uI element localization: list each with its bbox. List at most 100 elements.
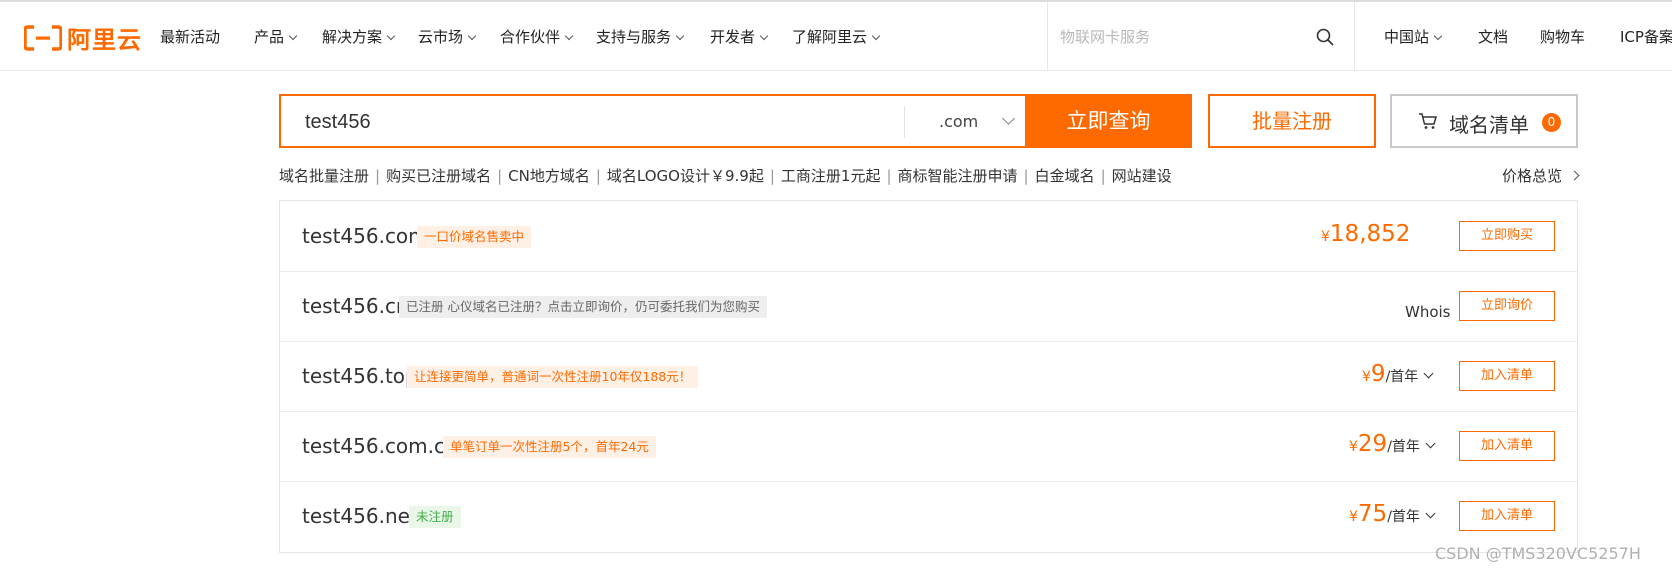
- whois-link[interactable]: Whois: [1405, 303, 1451, 321]
- nav-label: 最新活动: [160, 28, 221, 46]
- separator: |: [769, 167, 775, 185]
- separator: |: [886, 167, 892, 185]
- quick-link[interactable]: 域名LOGO设计￥9.9起: [607, 165, 764, 186]
- quick-link[interactable]: 域名批量注册: [279, 165, 369, 186]
- separator: |: [375, 167, 381, 185]
- price-value: 29: [1357, 431, 1388, 457]
- currency: ¥: [1321, 229, 1330, 245]
- price-period-selector[interactable]: ¥29/首年: [1349, 431, 1436, 457]
- quick-links: 域名批量注册 | 购买已注册域名 | CN地方域名 | 域名LOGO设计￥9.9起 | 工商注册…: [279, 165, 1172, 186]
- nav-item-marketplace[interactable]: 云市场: [418, 26, 477, 47]
- chevron-down-icon: [1425, 438, 1436, 449]
- chevron-down-icon: [675, 31, 685, 41]
- cart-icon: [1419, 113, 1437, 129]
- domain-name: test456.com.cn: [302, 434, 458, 458]
- nav-label: 云市场: [418, 28, 464, 46]
- status-tag: 已注册 心仪域名已注册？点击立即询价，仍可委托我们为您购买: [399, 296, 767, 318]
- brand-name: 阿里云: [67, 26, 142, 54]
- quick-link[interactable]: 购买已注册域名: [386, 165, 491, 186]
- util-label: 文档: [1478, 28, 1509, 46]
- quick-link[interactable]: 网站建设: [1112, 165, 1172, 186]
- result-row: test456.com.cn 单笔订单一次性注册5个，首年24元 ¥29/首年 …: [280, 411, 1577, 482]
- currency: ¥: [1349, 439, 1358, 455]
- inquire-button[interactable]: 立即询价: [1459, 291, 1555, 321]
- chevron-down-icon: [467, 31, 477, 41]
- currency: ¥: [1362, 369, 1371, 385]
- aliyun-logo-icon: [24, 24, 62, 51]
- header-search-input[interactable]: [1058, 24, 1312, 50]
- domain-list-button[interactable]: 域名清单 0: [1390, 94, 1578, 148]
- nav-item-latest-activities[interactable]: 最新活动: [160, 26, 220, 47]
- price-overview-label: 价格总览: [1501, 167, 1562, 185]
- chevron-down-icon: [1002, 112, 1015, 125]
- util-label: 中国站: [1384, 28, 1430, 46]
- price: ¥18,852: [1321, 221, 1410, 247]
- result-row: test456.com 一口价域名售卖中 ¥18,852 立即购买: [280, 201, 1577, 272]
- chevron-down-icon: [564, 31, 574, 41]
- status-tag: 未注册: [409, 506, 461, 528]
- region-selector[interactable]: 中国站: [1384, 26, 1443, 47]
- domain-name: test456.top: [302, 364, 418, 388]
- nav-label: 解决方案: [322, 28, 383, 46]
- status-tag: 一口价域名售卖中: [417, 226, 532, 248]
- domain-name: test456.cn: [302, 294, 409, 318]
- separator: |: [1100, 167, 1106, 185]
- price-unit: /首年: [1387, 439, 1420, 455]
- buy-now-button[interactable]: 立即购买: [1459, 221, 1555, 251]
- price-period-selector[interactable]: ¥75/首年: [1349, 501, 1436, 527]
- price-value: 75: [1357, 501, 1388, 527]
- nav-label: 支持与服务: [596, 28, 672, 46]
- domain-query-input[interactable]: [303, 105, 927, 139]
- nav-item-solutions[interactable]: 解决方案: [322, 26, 396, 47]
- status-tag: 单笔订单一次性注册5个，首年24元: [443, 436, 656, 458]
- quick-link[interactable]: 工商注册1元起: [781, 165, 881, 186]
- nav-label: 合作伙伴: [500, 28, 561, 46]
- domain-name: test456.com: [302, 224, 428, 248]
- chevron-down-icon: [871, 31, 881, 41]
- nav-label: 产品: [254, 28, 285, 46]
- nav-item-partners[interactable]: 合作伙伴: [500, 26, 574, 47]
- top-navigation-bar: 阿里云 最新活动 产品 解决方案 云市场 合作伙伴 支持与服务 开发者 了解阿里…: [0, 0, 1672, 71]
- separator: |: [595, 167, 601, 185]
- search-icon[interactable]: [1316, 28, 1334, 46]
- cart-count-badge: 0: [1542, 113, 1561, 132]
- result-row: test456.net 未注册 ¥75/首年 加入清单: [280, 481, 1577, 551]
- add-to-list-button[interactable]: 加入清单: [1459, 361, 1555, 391]
- quick-link[interactable]: 商标智能注册申请: [898, 165, 1018, 186]
- price-unit: /首年: [1387, 509, 1420, 525]
- quick-link[interactable]: 白金域名: [1035, 165, 1095, 186]
- nav-item-about[interactable]: 了解阿里云: [792, 26, 881, 47]
- result-row: test456.cn 已注册 心仪域名已注册？点击立即询价，仍可委托我们为您购买…: [280, 271, 1577, 342]
- domain-name: test456.net: [302, 504, 418, 528]
- separator: |: [497, 167, 503, 185]
- docs-link[interactable]: 文档: [1478, 26, 1508, 47]
- price-overview-link[interactable]: 价格总览: [1501, 165, 1580, 186]
- chevron-down-icon: [1433, 31, 1443, 41]
- chevron-right-icon: [1569, 170, 1580, 181]
- nav-item-support[interactable]: 支持与服务: [596, 26, 685, 47]
- nav-item-developers[interactable]: 开发者: [710, 26, 769, 47]
- query-button[interactable]: 立即查询: [1025, 94, 1192, 148]
- quick-link[interactable]: CN地方域名: [508, 165, 590, 186]
- tld-select[interactable]: .com: [905, 98, 1027, 144]
- domain-list-label: 域名清单: [1449, 113, 1529, 137]
- nav-label: 开发者: [710, 28, 756, 46]
- price-period-selector[interactable]: ¥9/首年: [1362, 361, 1434, 387]
- chevron-down-icon: [1425, 508, 1436, 519]
- result-row: test456.top 让连接更简单，普通词一次性注册10年仅188元！ ¥9/…: [280, 341, 1577, 412]
- aliyun-logo[interactable]: 阿里云: [24, 20, 142, 55]
- price-unit: /首年: [1385, 369, 1419, 385]
- nav-label: 了解阿里云: [792, 28, 868, 46]
- add-to-list-button[interactable]: 加入清单: [1459, 431, 1555, 461]
- icp-link[interactable]: ICP备案: [1620, 26, 1672, 47]
- batch-register-button[interactable]: 批量注册: [1208, 94, 1376, 148]
- chevron-down-icon: [386, 31, 396, 41]
- domain-results-list: test456.com 一口价域名售卖中 ¥18,852 立即购买 test45…: [279, 200, 1578, 553]
- nav-item-products[interactable]: 产品: [254, 26, 298, 47]
- util-label: ICP备案: [1620, 28, 1672, 46]
- price-value: 9: [1370, 361, 1386, 387]
- watermark: CSDN @TMS320VC5257H: [1435, 544, 1641, 563]
- add-to-list-button[interactable]: 加入清单: [1459, 501, 1555, 531]
- cart-link[interactable]: 购物车: [1540, 26, 1585, 47]
- separator: |: [1023, 167, 1029, 185]
